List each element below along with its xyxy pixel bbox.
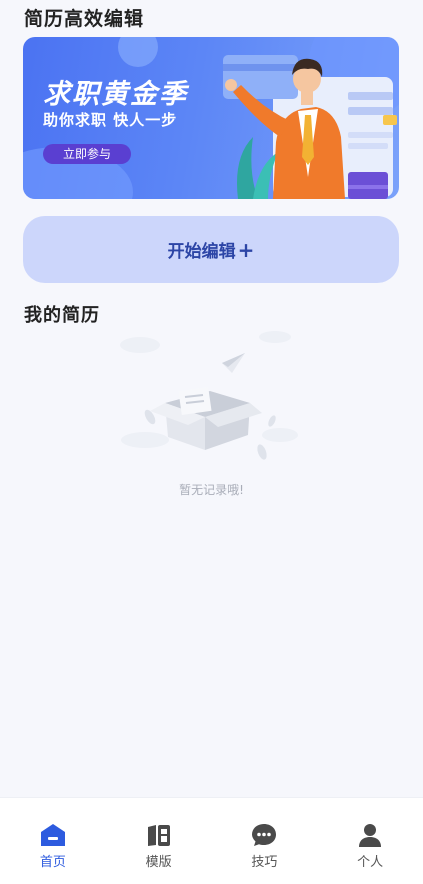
- promo-banner[interactable]: 求职黄金季 助你求职 快人一步 立即参与: [23, 37, 399, 199]
- start-edit-label: 开始编辑: [167, 242, 236, 262]
- plus-icon: +: [237, 237, 255, 262]
- bottom-tab-bar: 首页 模版 技巧 个人: [0, 797, 423, 884]
- banner-decor-blob: [118, 37, 158, 67]
- home-icon: [40, 824, 65, 846]
- empty-box-icon: [120, 331, 298, 460]
- banner-subline: 助你求职 快人一步: [43, 111, 178, 129]
- tab-home[interactable]: 首页: [0, 798, 106, 884]
- chat-bubble-icon: [252, 824, 277, 846]
- person-icon: [359, 824, 382, 847]
- tab-label: 技巧: [251, 855, 278, 870]
- banner-businessman-illustration: [223, 55, 397, 199]
- tab-label: 模版: [145, 855, 172, 870]
- tab-label: 个人: [357, 855, 384, 870]
- tab-profile[interactable]: 个人: [317, 798, 423, 884]
- my-resume-title: 我的简历: [24, 305, 100, 326]
- tab-tips[interactable]: 技巧: [212, 798, 318, 884]
- empty-state-text: 暂无记录哦!: [179, 483, 244, 497]
- tab-templates[interactable]: 模版: [106, 798, 212, 884]
- tab-label: 首页: [39, 855, 66, 870]
- banner-headline: 求职黄金季: [43, 79, 188, 110]
- template-icon: [147, 825, 170, 846]
- banner-join-button[interactable]: 立即参与: [43, 144, 131, 164]
- page-title: 简历高效编辑: [24, 8, 145, 30]
- start-edit-button[interactable]: 开始编辑 +: [23, 216, 399, 283]
